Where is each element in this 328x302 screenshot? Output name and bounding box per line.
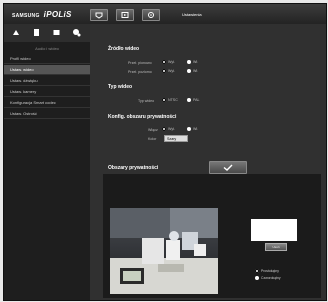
privacy-off-radio[interactable]: Wył. bbox=[162, 127, 175, 132]
rectangle-radio[interactable]: Prostokątny bbox=[255, 269, 279, 274]
sidebar-item-focus-setup[interactable]: Ustaw. Ostrość bbox=[4, 109, 90, 119]
radio-icon bbox=[162, 60, 166, 65]
flip-vertical-on-radio[interactable]: Wł. bbox=[187, 60, 199, 65]
off-label: Wył. bbox=[168, 127, 175, 131]
video-type-label: Typ wideo bbox=[138, 99, 155, 103]
preview-scene bbox=[110, 208, 218, 294]
radio-icon bbox=[187, 60, 191, 65]
flip-horizontal-label: Przeł. poziomo bbox=[128, 70, 152, 74]
setup-button[interactable] bbox=[142, 9, 160, 21]
video-source-heading: Źródło wideo bbox=[108, 46, 140, 52]
logo: SAMSUNG iPOLiS bbox=[12, 10, 72, 19]
privacy-on-radio[interactable]: Wł. bbox=[187, 127, 199, 132]
enable-label: Włącz bbox=[148, 128, 158, 132]
sidebar-item-video-profile[interactable]: Profil wideo bbox=[4, 54, 90, 64]
radio-icon bbox=[187, 98, 191, 103]
video-audio-icon[interactable] bbox=[12, 28, 21, 37]
main-content: Źródło wideo Przeł. pionowo Wył. Wł. Prz… bbox=[90, 24, 326, 300]
monitor-icon bbox=[95, 12, 103, 19]
sidebar-item-smart-codec[interactable]: Konfiguracja Smart codec bbox=[4, 98, 90, 108]
radio-icon bbox=[255, 269, 259, 274]
rectangle-label: Prostokątny bbox=[261, 269, 279, 273]
radio-icon bbox=[162, 69, 166, 74]
privacy-mask-name-box[interactable] bbox=[251, 219, 297, 241]
checkmark-icon bbox=[223, 164, 233, 171]
off-label: Wył. bbox=[168, 60, 175, 64]
sidebar-title: Audio i wideo bbox=[35, 46, 59, 51]
flip-horizontal-on-radio[interactable]: Wł. bbox=[187, 69, 199, 74]
gear-icon bbox=[148, 12, 154, 18]
ntsc-label: NTSC bbox=[168, 98, 178, 102]
off-label: Wył. bbox=[168, 69, 175, 73]
radio-icon bbox=[255, 276, 259, 281]
sidebar-item-camera-setup[interactable]: Ustaw. kamery bbox=[4, 87, 90, 97]
product-label: iPOLiS bbox=[43, 10, 72, 19]
video-type-heading: Typ wideo bbox=[108, 84, 133, 90]
camera-preview-image[interactable] bbox=[110, 208, 218, 294]
radio-icon bbox=[162, 127, 166, 132]
polygon-radio[interactable]: Czworokątny bbox=[255, 276, 281, 281]
radio-icon bbox=[187, 69, 191, 74]
radio-icon bbox=[187, 127, 191, 132]
color-label: Kolor bbox=[148, 137, 157, 141]
delete-button[interactable]: Usuń bbox=[265, 243, 287, 251]
brand-label: SAMSUNG bbox=[12, 13, 40, 19]
sidebar-item-video-setup[interactable]: Ustaw. wideo bbox=[4, 65, 90, 75]
live-view-button[interactable] bbox=[90, 9, 108, 21]
on-label: Wł. bbox=[193, 69, 199, 73]
flip-vertical-off-radio[interactable]: Wył. bbox=[162, 60, 175, 65]
privacy-setup-heading: Konfig. obszaru prywatności bbox=[108, 114, 177, 120]
ntsc-radio[interactable]: NTSC bbox=[162, 98, 178, 103]
on-label: Wł. bbox=[193, 60, 199, 64]
playback-button[interactable] bbox=[116, 9, 134, 21]
apply-button[interactable] bbox=[209, 161, 247, 174]
network-icon[interactable] bbox=[32, 28, 41, 37]
sidebar-category-bar bbox=[4, 24, 90, 42]
pal-label: PAL bbox=[193, 98, 200, 102]
sidebar: Audio i wideo Profil wideo Ustaw. wideo … bbox=[4, 24, 90, 300]
privacy-area-panel: Usuń Prostokątny Czworokątny bbox=[103, 174, 321, 298]
privacy-area-heading: Obszary prywatności bbox=[108, 165, 159, 171]
on-label: Wł. bbox=[193, 127, 199, 131]
sidebar-item-audio-setup[interactable]: Ustaw. dźwięku bbox=[4, 76, 90, 86]
top-bar: SAMSUNG iPOLiS Ustawienia bbox=[4, 4, 326, 24]
radio-icon bbox=[162, 98, 166, 103]
color-select[interactable]: Szary bbox=[164, 135, 188, 142]
pal-radio[interactable]: PAL bbox=[187, 98, 200, 103]
event-icon[interactable] bbox=[52, 28, 61, 37]
playback-icon bbox=[121, 12, 129, 18]
setup-title: Ustawienia bbox=[182, 12, 202, 17]
flip-horizontal-off-radio[interactable]: Wył. bbox=[162, 69, 175, 74]
flip-vertical-label: Przeł. pionowo bbox=[128, 61, 152, 65]
system-icon[interactable] bbox=[72, 28, 81, 37]
polygon-label: Czworokątny bbox=[261, 276, 281, 280]
app-window: SAMSUNG iPOLiS Ustawienia Audio i wideo P… bbox=[3, 3, 327, 301]
